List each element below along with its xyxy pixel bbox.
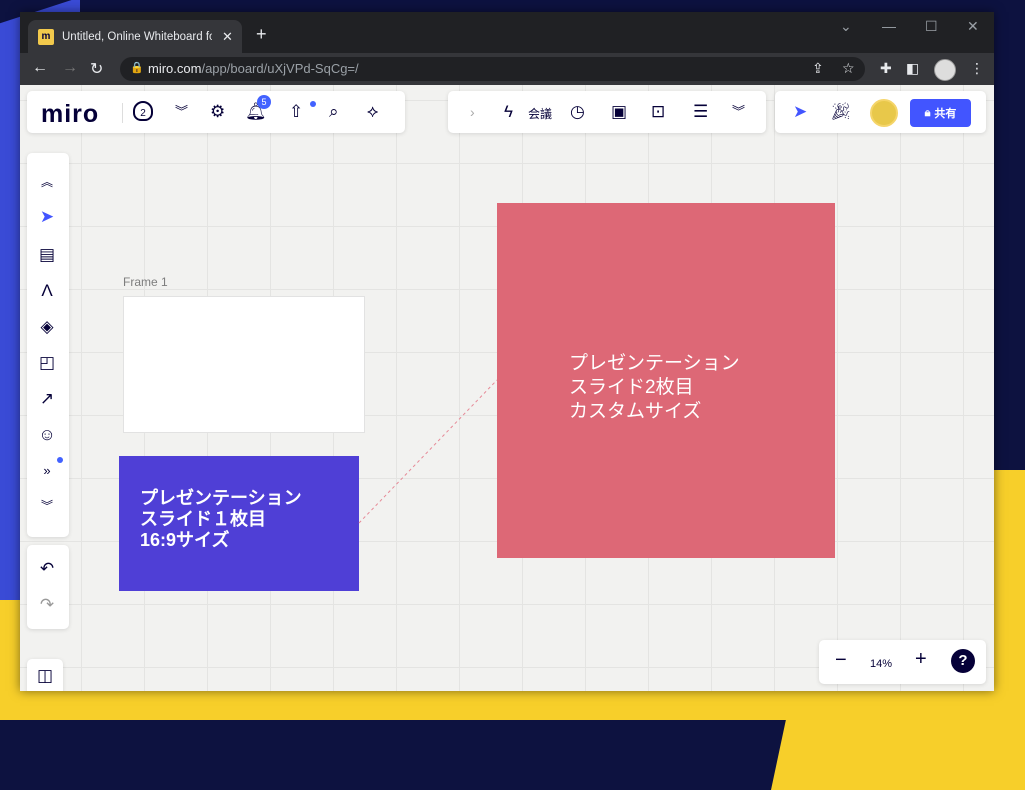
side-panel-icon[interactable]: ◧	[906, 60, 919, 77]
bookmark-star-icon[interactable]: ☆	[842, 60, 855, 77]
close-window-button[interactable]: ✕	[967, 18, 979, 35]
board-canvas[interactable]: miro 2 ︾ ⚙ 🔔︎ 5 ⇧ ⌕ ⟡ › ϟ 会議 ◷ ▣ ⊡ ☰ ︾ ➤…	[20, 85, 994, 691]
zoom-out-icon[interactable]: −	[835, 650, 847, 670]
browser-menu-icon[interactable]: ⋮	[970, 60, 984, 77]
new-tab-button[interactable]: +	[256, 24, 267, 45]
url-field[interactable]: 🔒 miro.com/app/board/uXjVPd-SqCg=/ ⇪ ☆	[120, 57, 865, 81]
zoom-panel: − 14% + ?	[819, 640, 986, 684]
reload-button[interactable]: ↻	[90, 59, 103, 79]
share-page-icon[interactable]: ⇪	[812, 60, 824, 77]
tab-title: Untitled, Online Whiteboard for \	[62, 30, 212, 43]
miro-favicon-icon: m	[38, 28, 54, 45]
maximize-button[interactable]: ☐	[925, 18, 938, 35]
zoom-level[interactable]: 14%	[870, 654, 892, 674]
forward-button[interactable]: →	[62, 59, 78, 77]
lock-icon: 🔒	[130, 62, 144, 74]
address-bar: ← → ↻ 🔒 miro.com/app/board/uXjVPd-SqCg=/…	[20, 53, 994, 85]
back-button[interactable]: ←	[32, 59, 48, 77]
slide-2-text: プレゼンテーション スライド2枚目 カスタムサイズ	[569, 353, 740, 422]
browser-window: m Untitled, Online Whiteboard for \ ✕ + …	[20, 12, 994, 691]
tab-search-icon[interactable]: ⌄	[840, 18, 852, 35]
close-tab-icon[interactable]: ✕	[222, 29, 233, 45]
help-icon[interactable]: ?	[951, 649, 975, 673]
minimize-button[interactable]: —	[882, 18, 896, 34]
profile-avatar[interactable]	[934, 59, 956, 81]
tab-strip: m Untitled, Online Whiteboard for \ ✕ + …	[20, 12, 994, 53]
slide-2-frame[interactable]: プレゼンテーション スライド2枚目 カスタムサイズ	[497, 203, 835, 558]
browser-tab[interactable]: m Untitled, Online Whiteboard for \ ✕	[28, 20, 242, 53]
extensions-icon[interactable]: ✚	[880, 60, 892, 77]
zoom-in-icon[interactable]: +	[915, 649, 927, 669]
url-text: miro.com/app/board/uXjVPd-SqCg=/	[148, 61, 359, 76]
